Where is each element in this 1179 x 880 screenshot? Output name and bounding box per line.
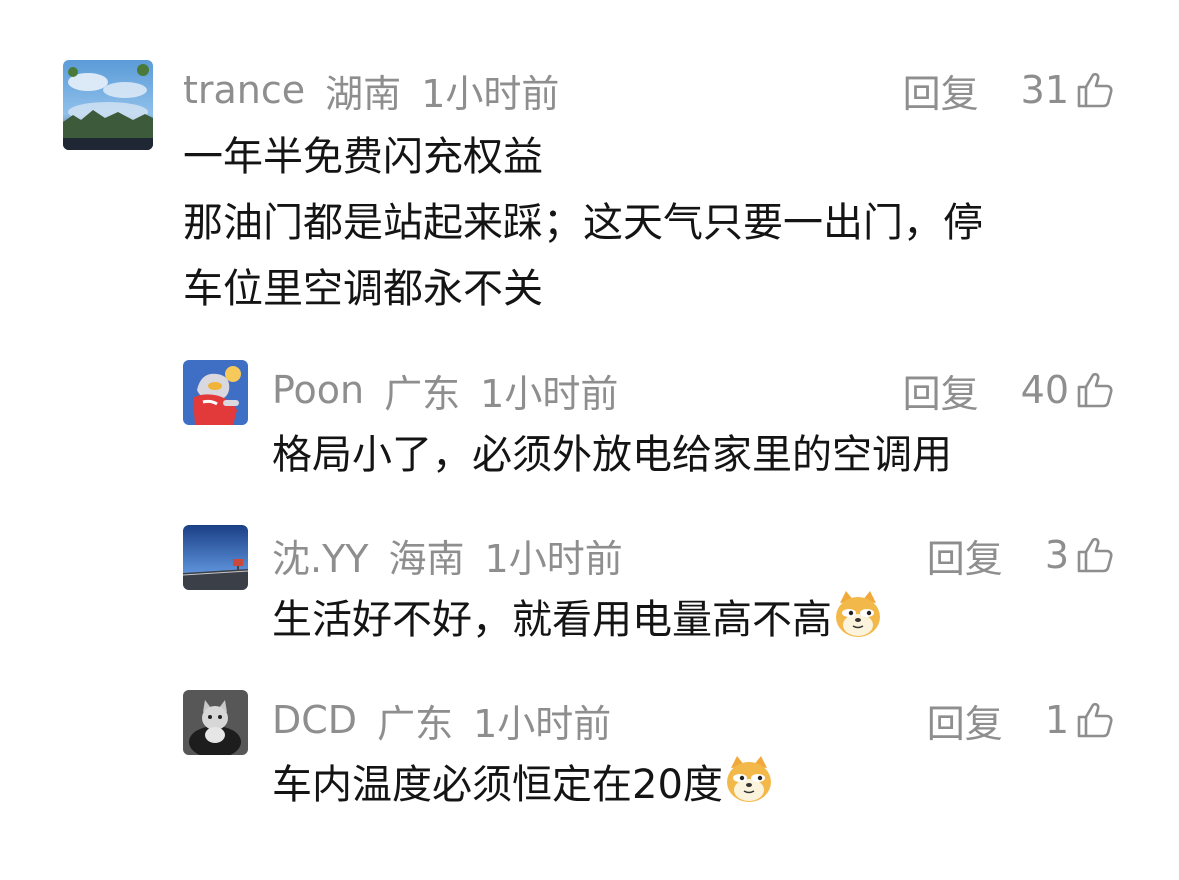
comment-text: 格局小了，必须外放电给家里的空调用 — [272, 432, 952, 478]
thumbs-up-icon — [1077, 72, 1113, 108]
doge-emoji-icon — [836, 591, 880, 637]
comment-text-content: 生活好不好，就看用电量高不高 — [272, 597, 832, 643]
comment-meta: trance 湖南 1小时前 回复 31 — [183, 60, 1115, 120]
thumbs-up-icon — [1077, 702, 1113, 738]
like-button[interactable]: 31 — [1021, 68, 1115, 112]
thumbs-up-icon — [1077, 537, 1113, 573]
timestamp: 1小时前 — [484, 536, 623, 581]
comment-line: 一年半免费闪充权益 — [183, 134, 543, 180]
username[interactable]: trance — [183, 68, 305, 112]
landscape-avatar-icon — [63, 60, 153, 150]
comment-meta: DCD 广东 1小时前 回复 1 — [272, 690, 1115, 750]
reply-button[interactable]: 回复 — [903, 363, 979, 418]
like-button[interactable]: 1 — [1045, 698, 1115, 742]
comment-text: 一年半免费闪充权益 那油门都是站起来踩；这天气只要一出门，停 车位里空调都永不关 — [183, 124, 1115, 322]
comment-meta: 沈.YY 海南 1小时前 回复 3 — [272, 525, 1115, 585]
like-count: 31 — [1020, 68, 1069, 112]
comment-text: 生活好不好，就看用电量高不高 — [272, 587, 1115, 653]
comment-meta: Poon 广东 1小时前 回复 40 — [272, 360, 1115, 420]
road-avatar-icon — [183, 525, 248, 590]
username[interactable]: 沈.YY — [272, 528, 369, 583]
region-label: 海南 — [388, 536, 465, 581]
like-button[interactable]: 40 — [1021, 368, 1115, 412]
timestamp: 1小时前 — [421, 71, 560, 116]
like-count: 1 — [1044, 698, 1069, 742]
region-label: 湖南 — [325, 71, 402, 116]
thumbs-up-icon — [1077, 372, 1113, 408]
user-avatar[interactable] — [183, 525, 248, 590]
reply-button[interactable]: 回复 — [927, 528, 1003, 583]
timestamp: 1小时前 — [473, 701, 612, 746]
reply-comment: 沈.YY 海南 1小时前 回复 3 生活好不好，就看用电量高不高 — [183, 525, 1115, 653]
reply-comment: Poon 广东 1小时前 回复 40 格局小了，必须外放电给家里的空调用 — [183, 360, 1115, 488]
reply-button[interactable]: 回复 — [927, 693, 1003, 748]
cat-avatar-icon — [183, 690, 248, 755]
comment-body: Poon 广东 1小时前 回复 40 格局小了，必须外放电给家里的空调用 — [272, 360, 1115, 488]
ultraman-avatar-icon — [183, 360, 248, 425]
user-avatar[interactable] — [63, 60, 153, 150]
user-avatar[interactable] — [183, 690, 248, 755]
comment-body: trance 湖南 1小时前 回复 31 一年半免费闪充权益 那油门都是站起来踩… — [183, 60, 1115, 322]
like-count: 40 — [1020, 368, 1069, 412]
comment-body: 沈.YY 海南 1小时前 回复 3 生活好不好，就看用电量高不高 — [272, 525, 1115, 653]
like-count: 3 — [1044, 533, 1069, 577]
comment-line: 车位里空调都永不关 — [183, 266, 543, 312]
comment-top: trance 湖南 1小时前 回复 31 一年半免费闪充权益 那油门都是站起来踩… — [63, 60, 1115, 322]
region-label: 广东 — [384, 371, 461, 416]
comment-text: 车内温度必须恒定在20度 — [272, 752, 1115, 818]
doge-emoji-icon — [726, 756, 771, 802]
comment-body: DCD 广东 1小时前 回复 1 车内温度必须恒定在20度 — [272, 690, 1115, 818]
comment-text-content: 车内温度必须恒定在20度 — [272, 762, 723, 808]
username[interactable]: Poon — [272, 368, 364, 412]
comment-thread: trance 湖南 1小时前 回复 31 一年半免费闪充权益 那油门都是站起来踩… — [0, 0, 1179, 880]
timestamp: 1小时前 — [480, 371, 619, 416]
like-button[interactable]: 3 — [1045, 533, 1115, 577]
comment-line: 那油门都是站起来踩；这天气只要一出门，停 — [183, 200, 983, 246]
username[interactable]: DCD — [272, 698, 357, 742]
reply-button[interactable]: 回复 — [903, 63, 979, 118]
region-label: 广东 — [377, 701, 454, 746]
user-avatar[interactable] — [183, 360, 248, 425]
reply-comment: DCD 广东 1小时前 回复 1 车内温度必须恒定在20度 — [183, 690, 1115, 818]
